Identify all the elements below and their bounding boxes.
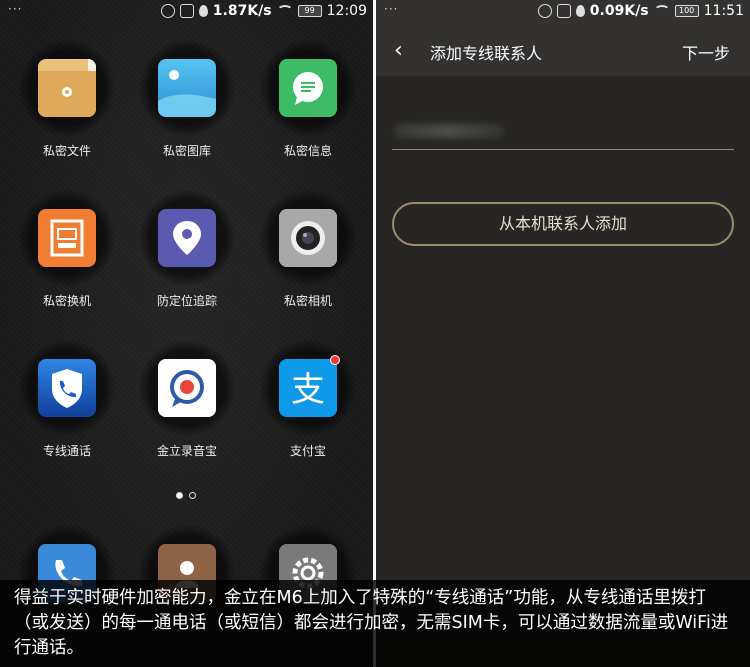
left-phone-screen: ··· 1.87K/s 99 12:09 私密文件 私密图库 私密信息 私密换机…: [0, 0, 373, 667]
app-private-files[interactable]: 私密文件: [17, 40, 117, 159]
battery-icon: 100: [674, 5, 699, 17]
page-title: 添加专线联系人: [430, 44, 543, 63]
right-phone-screen: ··· 0.09K/s 100 11:51 ‹ 添加专线联系人 下一步 从本机联…: [376, 0, 750, 667]
hd-voice-icon: [160, 4, 175, 18]
app-alipay[interactable]: 支 支付宝: [258, 340, 358, 459]
wifi-icon: [276, 5, 293, 17]
location-icon: [575, 5, 585, 17]
status-bar: ··· 1.87K/s 99 12:09: [0, 0, 373, 26]
app-anti-tracking[interactable]: 防定位追踪: [137, 190, 237, 309]
network-speed: 1.87K/s: [212, 3, 272, 19]
app-label: 私密图库: [162, 144, 211, 158]
svg-text:支: 支: [291, 370, 325, 410]
location-icon: [198, 5, 208, 17]
battery-icon: 99: [297, 5, 322, 17]
notification-dots: ···: [8, 2, 23, 16]
next-step-button[interactable]: 下一步: [682, 40, 730, 64]
shield-phone-icon: [38, 359, 96, 417]
sim-icon: [179, 4, 194, 18]
add-from-contacts-button[interactable]: 从本机联系人添加: [392, 202, 734, 246]
clock: 11:51: [703, 3, 744, 19]
network-speed: 0.09K/s: [589, 3, 649, 19]
folder-icon: [38, 59, 96, 117]
message-icon: [279, 59, 337, 117]
app-private-messages[interactable]: 私密信息: [258, 40, 358, 159]
page-dot: [189, 492, 196, 499]
wifi-icon: [653, 5, 670, 17]
hd-voice-icon: [537, 4, 552, 18]
caption-text: 得益于实时硬件加密能力，金立在M6上加入了特殊的“专线通话”功能，从专线通话里拨…: [0, 580, 750, 667]
app-label: 支付宝: [289, 444, 326, 458]
sim-icon: [556, 4, 571, 18]
location-pin-icon: [158, 209, 216, 267]
app-label: 私密相机: [283, 294, 332, 308]
notification-badge: [330, 355, 340, 365]
app-recorder[interactable]: 金立录音宝: [137, 340, 237, 459]
status-bar: ··· 0.09K/s 100 11:51: [376, 0, 750, 26]
clock: 12:09: [326, 3, 367, 19]
app-label: 金立录音宝: [156, 444, 217, 458]
camera-icon: [279, 209, 337, 267]
app-label: 专线通话: [42, 444, 91, 458]
page-indicator[interactable]: [176, 492, 196, 499]
app-header: ‹ 添加专线联系人 下一步: [376, 26, 750, 76]
gallery-icon: [158, 59, 216, 117]
app-label: 私密文件: [42, 144, 91, 158]
app-label: 私密换机: [42, 294, 91, 308]
notification-dots: ···: [384, 2, 399, 16]
app-private-line-call[interactable]: 专线通话: [17, 340, 117, 459]
blurred-phone-number: [394, 124, 504, 138]
app-private-camera[interactable]: 私密相机: [258, 190, 358, 309]
recorder-icon: [158, 359, 216, 417]
page-dot-active: [176, 492, 183, 499]
transfer-icon: [38, 209, 96, 267]
app-private-gallery[interactable]: 私密图库: [137, 40, 237, 159]
app-private-transfer[interactable]: 私密换机: [17, 190, 117, 309]
app-label: 防定位追踪: [156, 294, 217, 308]
alipay-icon: 支: [279, 355, 340, 417]
back-arrow-icon[interactable]: ‹: [394, 38, 403, 63]
app-label: 私密信息: [283, 144, 332, 158]
